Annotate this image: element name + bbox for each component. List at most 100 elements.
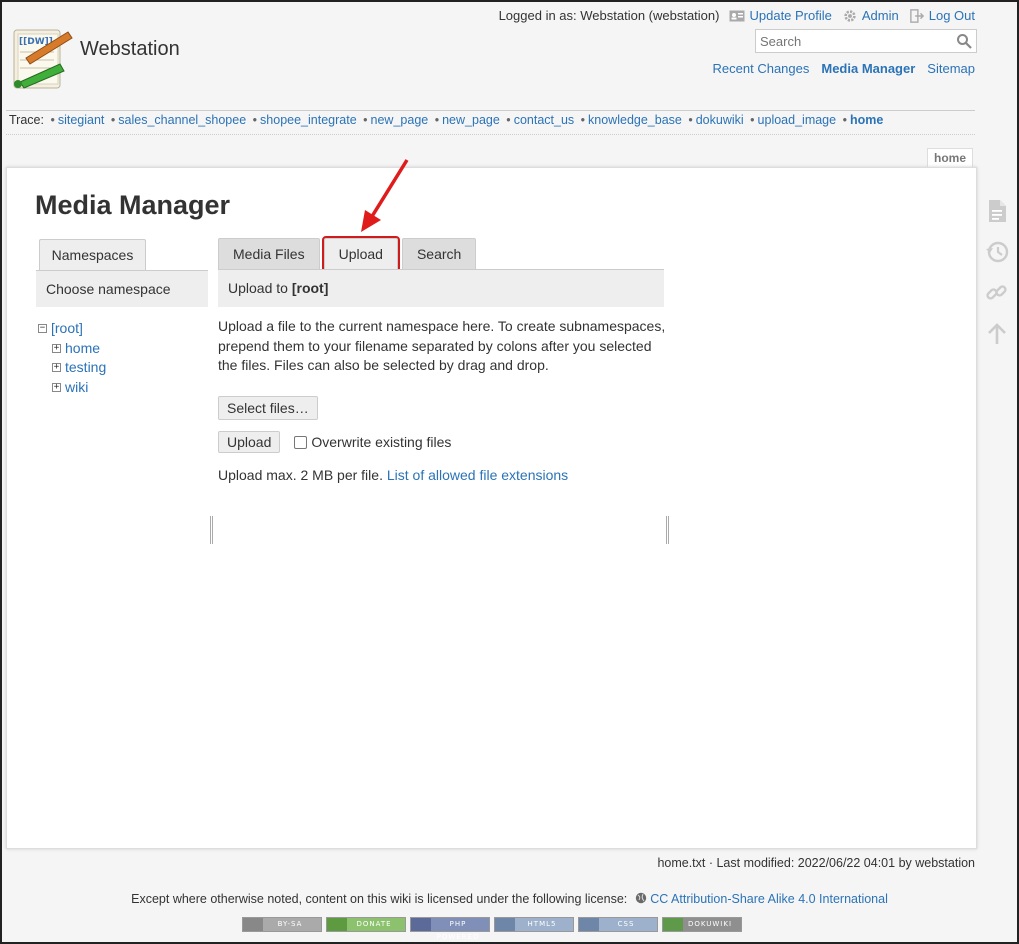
overwrite-option[interactable]: Overwrite existing files (294, 434, 451, 450)
trace-separator: • (252, 113, 258, 127)
trace-item[interactable]: knowledge_base (588, 113, 682, 127)
upload-row: Upload Overwrite existing files (218, 431, 451, 453)
select-files-button[interactable]: Select files… (218, 396, 318, 420)
namespace-heading: Choose namespace (36, 270, 208, 307)
upload-description: Upload a file to the current namespace h… (218, 318, 666, 373)
media-tabs: Media Files Upload Search (218, 236, 477, 272)
tree-row: + testing (38, 358, 106, 378)
admin-label[interactable]: Admin (862, 8, 899, 23)
panel-resize-handle[interactable] (666, 516, 669, 544)
gear-icon (844, 9, 856, 22)
search-box (755, 29, 977, 53)
media-manager-link[interactable]: Media Manager (821, 61, 915, 76)
trace-separator: • (434, 113, 440, 127)
trace-separator: • (50, 113, 55, 127)
badge-css[interactable]: CSS (578, 917, 658, 932)
search-input[interactable] (756, 30, 946, 52)
overwrite-label[interactable]: Overwrite existing files (311, 434, 451, 450)
expand-icon[interactable]: + (52, 343, 61, 353)
site-tools: Recent Changes Media Manager Sitemap (713, 61, 975, 76)
trace-item[interactable]: shopee_integrate (260, 113, 357, 127)
tab-search[interactable]: Search (401, 238, 477, 270)
badge-label: HTML5 (527, 920, 557, 928)
trace-separator: • (506, 113, 511, 127)
header-divider (6, 110, 975, 111)
trace-item[interactable]: upload_image (758, 113, 837, 127)
trace-item-current[interactable]: home (850, 113, 883, 127)
trace-item[interactable]: contact_us (514, 113, 574, 127)
allowed-extensions-link[interactable]: List of allowed file extensions (387, 467, 568, 483)
logged-in-text: Logged in as: Webstation (webstation) (498, 8, 720, 23)
trace-separator: • (363, 113, 368, 127)
update-profile-link[interactable]: Update Profile (729, 8, 832, 23)
show-page-icon[interactable] (984, 198, 1010, 224)
upload-button[interactable]: Upload (218, 431, 281, 453)
back-to-top-icon[interactable] (984, 321, 1010, 347)
upload-max-text: Upload max. 2 MB per file. (218, 467, 383, 483)
license-info: Except where otherwise noted, content on… (2, 892, 1017, 906)
badge-html5[interactable]: HTML5 (494, 917, 574, 932)
site-title[interactable]: Webstation (80, 38, 180, 61)
badge-donate[interactable]: DONATE (326, 917, 406, 932)
overwrite-checkbox[interactable] (294, 435, 308, 449)
search-icon[interactable] (956, 33, 972, 49)
trace-item[interactable]: dokuwiki (696, 113, 744, 127)
namespace-tree: − [root] + home + testing + wiki (38, 319, 106, 397)
tab-namespaces[interactable]: Namespaces (39, 239, 146, 271)
trace-item[interactable]: sitegiant (58, 113, 105, 127)
breadcrumb: Trace: • sitegiant • sales_channel_shopee … (9, 113, 883, 127)
history-icon[interactable] (984, 239, 1010, 265)
trace-divider (6, 134, 975, 135)
page-title: Media Manager (35, 190, 231, 220)
trace-separator: • (110, 113, 116, 127)
badge-php[interactable]: PHP POWERED (410, 917, 490, 941)
badge-dokuwiki[interactable]: DOKUWIKI (662, 917, 742, 932)
admin-link[interactable]: Admin (842, 8, 899, 23)
user-tools: Logged in as: Webstation (webstation) Up… (499, 8, 975, 23)
badge-label: BY-SA (277, 920, 303, 928)
tree-row: + home (38, 339, 106, 359)
tree-item-wiki[interactable]: wiki (65, 378, 88, 398)
backlinks-icon[interactable] (984, 280, 1010, 306)
upload-heading-prefix: Upload to (228, 280, 292, 296)
collapse-icon[interactable]: − (38, 324, 47, 334)
trace-item[interactable]: sales_channel_shopee (118, 113, 246, 127)
logout-label[interactable]: Log Out (929, 8, 975, 23)
badge-label: CSS (617, 920, 635, 928)
badge-label: DOKUWIKI (687, 920, 733, 928)
upload-heading: Upload to [root] (218, 269, 664, 307)
recent-changes-link[interactable]: Recent Changes (713, 61, 810, 76)
sitemap-link[interactable]: Sitemap (927, 61, 975, 76)
footer-badges: BY-SA DONATE PHP POWERED HTML5 CSS DOKUW… (242, 917, 742, 941)
license-text: Except where otherwise noted, content on… (131, 892, 628, 906)
tab-upload[interactable]: Upload (321, 236, 400, 272)
expand-icon[interactable]: + (52, 382, 61, 392)
dokuwiki-logo[interactable]: [[DW]] (6, 24, 74, 94)
main-content: Media Manager Namespaces Choose namespac… (6, 167, 977, 849)
trace-separator: • (750, 113, 755, 127)
trace-separator: • (688, 113, 693, 127)
tree-row-root: − [root] (38, 319, 106, 339)
panel-resize-handle[interactable] (210, 516, 213, 544)
tree-item-root[interactable]: [root] (51, 319, 83, 339)
page-tools (984, 198, 1010, 362)
badge-label: DONATE (356, 920, 392, 928)
tab-media-files[interactable]: Media Files (218, 238, 320, 270)
trace-separator: • (842, 113, 847, 127)
upload-heading-namespace: [root] (291, 280, 329, 296)
update-profile-label[interactable]: Update Profile (749, 8, 831, 23)
license-link[interactable]: CC Attribution-Share Alike 4.0 Internati… (650, 892, 888, 906)
tree-item-home[interactable]: home (65, 339, 100, 359)
doc-info: home.txt · Last modified: 2022/06/22 04:… (657, 856, 975, 870)
badge-label: PHP POWERED (436, 920, 480, 941)
tree-item-testing[interactable]: testing (65, 358, 106, 378)
trace-item[interactable]: new_page (442, 113, 500, 127)
badge-cc-by-sa[interactable]: BY-SA (242, 917, 322, 932)
trace-label: Trace: (9, 113, 44, 127)
logout-link[interactable]: Log Out (909, 8, 975, 23)
profile-card-icon (729, 10, 745, 21)
expand-icon[interactable]: + (52, 363, 61, 373)
trace-item[interactable]: new_page (371, 113, 429, 127)
globe-icon (635, 892, 646, 904)
upload-max-info: Upload max. 2 MB per file. List of allow… (218, 467, 568, 483)
